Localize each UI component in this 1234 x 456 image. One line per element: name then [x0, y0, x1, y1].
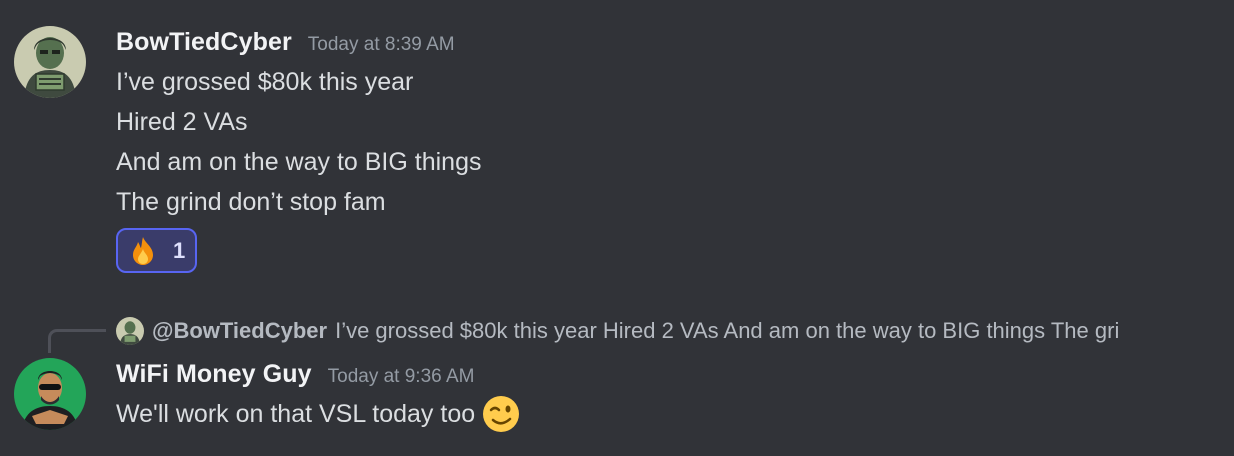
reply-connector [48, 329, 106, 353]
reply-username[interactable]: @BowTiedCyber [152, 318, 327, 344]
message-bowtiedcyber: BowTiedCyber Today at 8:39 AM I’ve gross… [0, 24, 1234, 274]
chat-area: BowTiedCyber Today at 8:39 AM I’ve gross… [0, 0, 1234, 456]
message-wifi-money-guy: @BowTiedCyber I’ve grossed $80k this yea… [0, 312, 1234, 452]
reaction-count: 1 [173, 237, 186, 263]
message-line: The grind don’t stop fam [116, 188, 386, 216]
winking-face-icon [483, 396, 520, 432]
message-line: I’ve grossed $80k this year [116, 68, 414, 96]
username[interactable]: WiFi Money Guy [116, 360, 312, 389]
reply-preview-text[interactable]: I’ve grossed $80k this year Hired 2 VAs … [335, 318, 1119, 344]
avatar-wifi-money-guy[interactable] [14, 358, 86, 430]
reaction-button[interactable]: 1 [116, 228, 197, 273]
timestamp[interactable]: Today at 9:36 AM [328, 366, 475, 388]
message-line: Hired 2 VAs [116, 108, 248, 136]
message-content: I’ve grossed $80k this year Hired 2 VAs … [116, 62, 481, 222]
fire-icon [133, 236, 153, 265]
message-text: We'll work on that VSL today too [116, 400, 476, 428]
avatar-bowtiedcyber[interactable] [14, 26, 86, 98]
message-content: We'll work on that VSL today too [116, 394, 521, 434]
reply-avatar [116, 317, 144, 345]
timestamp[interactable]: Today at 8:39 AM [308, 34, 455, 56]
message-header: WiFi Money Guy Today at 9:36 AM [116, 360, 474, 389]
username[interactable]: BowTiedCyber [116, 28, 292, 57]
reply-reference[interactable]: @BowTiedCyber I’ve grossed $80k this yea… [116, 316, 1186, 346]
message-line: And am on the way to BIG things [116, 148, 482, 176]
message-header: BowTiedCyber Today at 8:39 AM [116, 28, 455, 57]
